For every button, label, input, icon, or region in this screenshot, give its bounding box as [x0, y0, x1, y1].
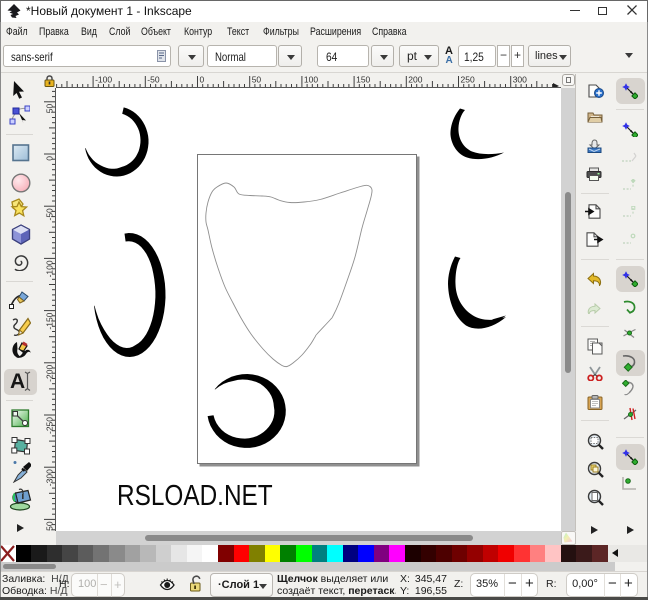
- svg-text:50: 50: [45, 104, 55, 114]
- svg-text:-100: -100: [95, 75, 112, 85]
- svg-text:0: 0: [45, 156, 55, 161]
- svg-text:100: 100: [304, 75, 318, 85]
- svg-text:150: 150: [356, 75, 370, 85]
- svg-text:-50: -50: [45, 208, 55, 221]
- svg-text:-50: -50: [147, 75, 160, 85]
- svg-text:300: 300: [513, 75, 527, 85]
- svg-text:-250: -250: [45, 417, 55, 434]
- svg-text:-100: -100: [45, 260, 55, 277]
- svg-text:50: 50: [252, 75, 262, 85]
- svg-text:-150: -150: [45, 312, 55, 329]
- svg-text:200: 200: [408, 75, 422, 85]
- svg-text:-350: -350: [45, 521, 55, 531]
- svg-text:250: 250: [461, 75, 475, 85]
- svg-text:-300: -300: [45, 469, 55, 486]
- svg-text:-200: -200: [45, 365, 55, 382]
- svg-text:0: 0: [200, 75, 205, 85]
